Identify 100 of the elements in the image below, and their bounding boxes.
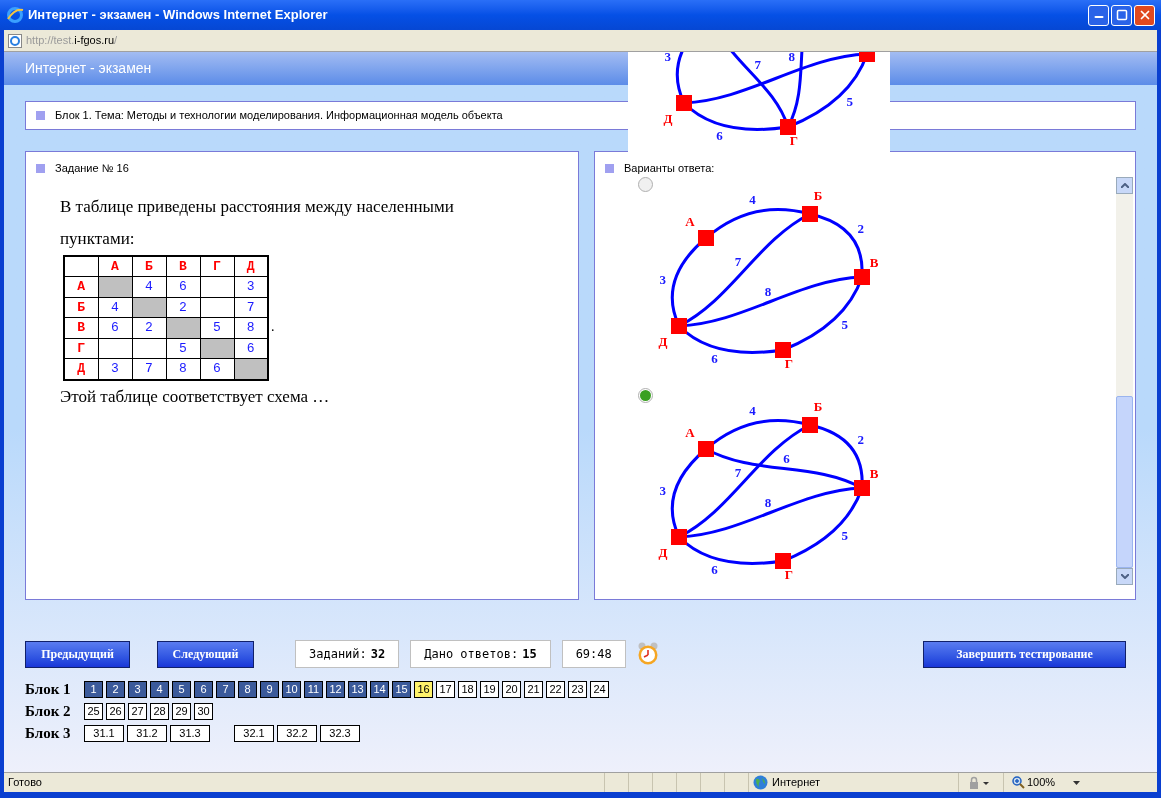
question-number[interactable]: 3 <box>128 681 147 698</box>
close-button[interactable] <box>1134 4 1155 26</box>
question-number[interactable]: 32.3 <box>320 725 360 742</box>
edge-weight: 6 <box>716 127 723 143</box>
question-number[interactable]: 4 <box>150 681 169 698</box>
row-header: Б <box>64 297 98 318</box>
question-number[interactable]: 30 <box>194 703 213 720</box>
status-text: Готово <box>7 775 43 791</box>
edge-weight: 5 <box>846 93 854 109</box>
topic-text: Блок 1. Тема: Методы и технологии моделирования. Информационная модель объекта <box>55 108 503 124</box>
graph-node <box>775 552 791 569</box>
question-number[interactable]: 31.2 <box>127 725 167 742</box>
globe-icon <box>753 775 768 790</box>
block-label: Блок 2 <box>25 702 72 722</box>
dropdown-arrow-icon <box>1073 780 1081 785</box>
question-text: В таблице приведены расстояния между населенными пунктами: <box>60 195 455 250</box>
graph-node <box>854 479 870 496</box>
question-number[interactable]: 26 <box>106 703 125 720</box>
column-header: Б <box>132 255 166 277</box>
question-number[interactable]: 31.3 <box>170 725 210 742</box>
radio-button[interactable] <box>638 387 653 403</box>
block-label: Блок 1 <box>25 680 72 700</box>
question-number[interactable]: 28 <box>150 703 169 720</box>
chevron-down-icon <box>1120 573 1129 579</box>
question-number[interactable]: 10 <box>282 681 301 698</box>
question-number[interactable]: 15 <box>392 681 411 698</box>
question-number[interactable]: 16 <box>414 681 433 698</box>
node-label: В <box>869 465 879 481</box>
question-number[interactable]: 6 <box>194 681 213 698</box>
address-bar[interactable]: http://test.i-fgos.ru/ <box>4 30 1157 52</box>
edge-weight: 8 <box>764 494 772 510</box>
question-number[interactable]: 32.1 <box>234 725 274 742</box>
question-number[interactable]: 8 <box>238 681 257 698</box>
maximize-button[interactable] <box>1111 4 1132 26</box>
edge-weight: 6 <box>711 561 718 577</box>
question-number[interactable]: 1 <box>84 681 103 698</box>
edge-weight: 8 <box>788 52 795 65</box>
page-icon <box>8 33 22 48</box>
zoom-icon <box>1012 776 1025 789</box>
graph-node <box>854 268 870 285</box>
question-number[interactable]: 29 <box>172 703 191 720</box>
row-header: В <box>64 317 98 338</box>
question-number[interactable]: 13 <box>348 681 367 698</box>
column-header: Г <box>200 255 234 277</box>
question-number[interactable]: 14 <box>370 681 389 698</box>
finish-button[interactable]: Завершить тестирование <box>923 640 1126 668</box>
scroll-up-button[interactable] <box>1116 176 1133 194</box>
counter-label: Заданий: <box>309 646 367 663</box>
counter-value: 15 <box>522 646 537 663</box>
edge-weight: 5 <box>841 316 849 332</box>
bullet-icon <box>36 111 45 120</box>
edge-weight: 6 <box>783 450 790 466</box>
question-number[interactable]: 22 <box>546 681 565 698</box>
maximize-icon <box>1115 9 1128 21</box>
question-number[interactable]: 11 <box>304 681 323 698</box>
edge-weight: 6 <box>711 350 718 366</box>
node-label: Г <box>784 566 794 582</box>
node-label: Г <box>784 355 794 371</box>
question-number[interactable]: 7 <box>216 681 235 698</box>
edge-weight: 3 <box>664 52 672 64</box>
question-number[interactable]: 21 <box>524 681 543 698</box>
node-label: В <box>869 254 879 270</box>
radio-button[interactable] <box>638 176 653 192</box>
graph-node <box>802 205 818 222</box>
question-number[interactable]: 25 <box>84 703 103 720</box>
edge-weight: 7 <box>754 57 761 73</box>
question-number[interactable]: 18 <box>458 681 477 698</box>
edge-weight: 2 <box>857 431 864 447</box>
scroll-thumb[interactable] <box>1116 395 1133 568</box>
counter-label: Дано ответов: <box>424 646 519 663</box>
edge-weight: 7 <box>734 253 742 269</box>
edge-weight: 3 <box>659 482 667 498</box>
node-label: А <box>685 213 695 229</box>
question-number[interactable]: 24 <box>590 681 609 698</box>
table-suffix: . <box>271 317 275 336</box>
node-label: Б <box>813 398 823 414</box>
scroll-down-button[interactable] <box>1116 567 1133 585</box>
question-number[interactable]: 12 <box>326 681 345 698</box>
graph-node <box>698 440 714 457</box>
question-number[interactable]: 19 <box>480 681 499 698</box>
edge-weight: 2 <box>857 220 864 236</box>
minimize-button[interactable] <box>1088 4 1109 26</box>
address-text: http://test.i-fgos.ru/ <box>26 33 118 49</box>
previous-button[interactable]: Предыдущий <box>25 640 130 668</box>
node-label: Д <box>663 111 673 126</box>
next-button[interactable]: Следующий <box>157 640 254 668</box>
answers-title: Варианты ответа: <box>624 161 715 176</box>
graph-node <box>698 229 714 246</box>
question-number[interactable]: 23 <box>568 681 587 698</box>
question-number[interactable]: 2 <box>106 681 125 698</box>
graph-node <box>676 95 692 111</box>
scrollbar[interactable] <box>1116 176 1133 585</box>
question-number[interactable]: 27 <box>128 703 147 720</box>
question-number[interactable]: 20 <box>502 681 521 698</box>
question-number[interactable]: 9 <box>260 681 279 698</box>
counter-value: 32 <box>370 646 386 663</box>
question-number[interactable]: 31.1 <box>84 725 124 742</box>
question-number[interactable]: 5 <box>172 681 191 698</box>
question-number[interactable]: 32.2 <box>277 725 317 742</box>
question-number[interactable]: 17 <box>436 681 455 698</box>
